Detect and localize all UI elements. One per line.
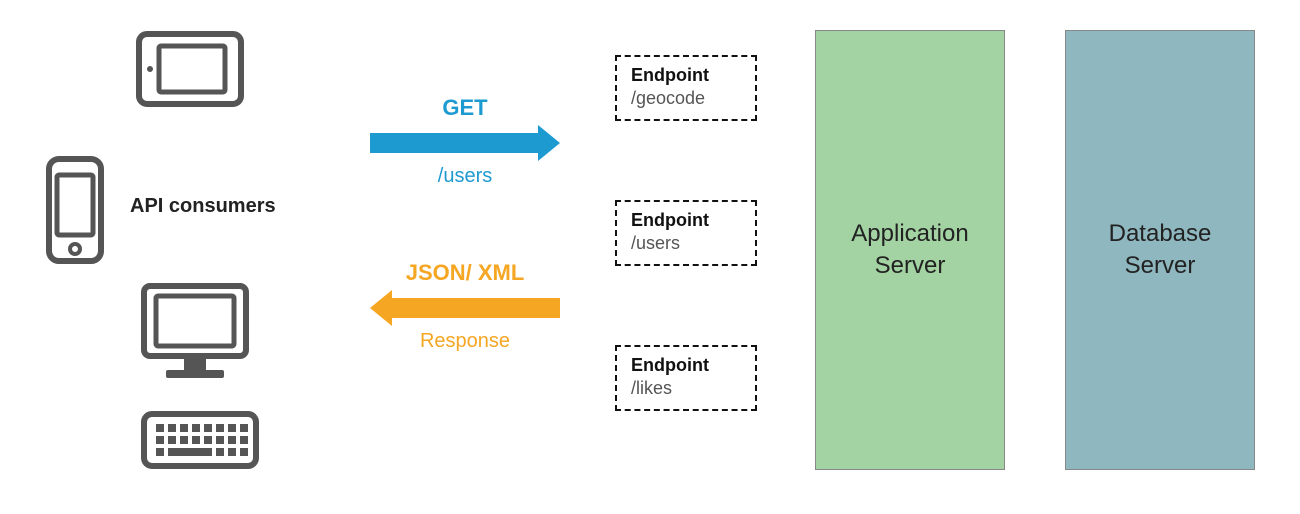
endpoint-path: /likes: [631, 378, 741, 399]
database-server-label: Database Server: [1076, 218, 1244, 283]
arrow-left-icon: [370, 290, 560, 326]
phone-icon: [45, 155, 105, 270]
application-server-block: Application Server: [815, 30, 1005, 470]
request-path-label: /users: [370, 165, 560, 188]
tablet-icon: [135, 30, 245, 113]
endpoint-path: /users: [631, 233, 741, 254]
response-label: Response: [370, 330, 560, 353]
endpoint-path: /geocode: [631, 88, 741, 109]
database-server-block: Database Server: [1065, 30, 1255, 470]
request-method-label: GET: [370, 95, 560, 121]
endpoint-title: Endpoint: [631, 210, 741, 231]
api-consumers-label: API consumers: [130, 195, 276, 218]
application-server-label: Application Server: [826, 218, 994, 283]
architecture-diagram: API consumers GET /users JSON/ XML Respo…: [0, 0, 1300, 514]
desktop-icon: [130, 280, 260, 405]
response-format-label: JSON/ XML: [370, 260, 560, 286]
endpoint-title: Endpoint: [631, 355, 741, 376]
endpoint-title: Endpoint: [631, 65, 741, 86]
response-arrow-group: JSON/ XML Response: [370, 260, 560, 353]
keyboard-icon: [140, 410, 260, 475]
endpoint-box-geocode: Endpoint /geocode: [615, 55, 757, 121]
arrow-right-icon: [370, 125, 560, 161]
endpoint-box-users: Endpoint /users: [615, 200, 757, 266]
request-arrow-group: GET /users: [370, 95, 560, 188]
endpoint-box-likes: Endpoint /likes: [615, 345, 757, 411]
